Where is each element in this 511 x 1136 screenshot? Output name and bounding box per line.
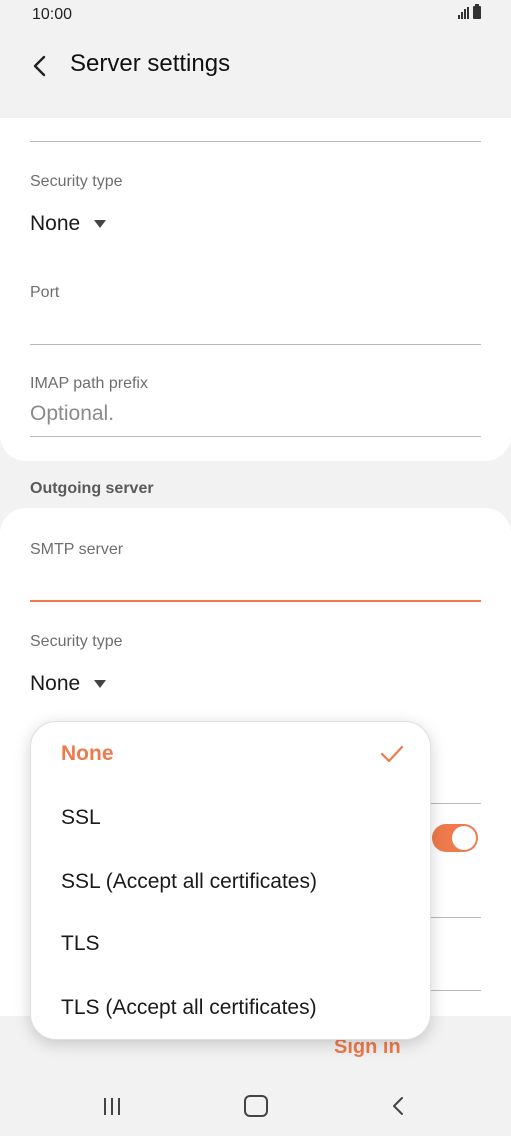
recent-apps-button[interactable]: [98, 1092, 126, 1120]
nav-back-icon: [393, 1097, 403, 1115]
toggle-knob: [452, 826, 476, 850]
page-title: Server settings: [70, 50, 231, 77]
imap-path-prefix-label: IMAP path prefix: [30, 375, 148, 392]
outgoing-server-heading: Outgoing server: [30, 480, 154, 497]
home-button[interactable]: [244, 1095, 268, 1117]
check-icon: [380, 745, 404, 763]
security-type-value: None: [30, 212, 81, 235]
outgoing-security-type-value: None: [30, 672, 81, 695]
menu-item-none[interactable]: None: [61, 742, 114, 766]
imap-path-prefix-input[interactable]: Optional.: [30, 402, 481, 426]
field-underline: [430, 803, 481, 804]
recent-apps-icon: [104, 1097, 106, 1115]
field-underline: [430, 990, 481, 991]
menu-item-ssl-accept-all[interactable]: SSL (Accept all certificates): [61, 870, 317, 894]
signal-icon: [458, 6, 469, 19]
battery-icon: [473, 4, 481, 19]
smtp-server-label: SMTP server: [30, 541, 124, 558]
status-icons: [458, 4, 481, 19]
status-time: 10:00: [32, 6, 73, 23]
security-type-dropdown[interactable]: None: [30, 212, 107, 236]
security-type-label: Security type: [30, 173, 123, 190]
smtp-server-input[interactable]: [30, 568, 481, 596]
field-underline: [30, 141, 481, 142]
outgoing-security-type-dropdown[interactable]: None: [30, 672, 107, 696]
toggle-switch[interactable]: [432, 824, 478, 852]
dropdown-arrow-icon: [94, 220, 107, 228]
dropdown-arrow-icon: [94, 680, 107, 688]
imap-prefix-underline: [30, 436, 481, 437]
back-button[interactable]: [26, 48, 54, 84]
menu-item-tls-accept-all[interactable]: TLS (Accept all certificates): [61, 996, 317, 1020]
smtp-underline-active: [30, 600, 481, 602]
menu-item-tls[interactable]: TLS: [61, 932, 100, 956]
outgoing-security-type-label: Security type: [30, 633, 123, 650]
port-label: Port: [30, 284, 60, 301]
chevron-left-icon: [33, 55, 46, 77]
security-type-menu: None SSL SSL (Accept all certificates) T…: [30, 721, 431, 1040]
menu-item-ssl[interactable]: SSL: [61, 806, 101, 830]
port-input[interactable]: [30, 312, 481, 340]
port-underline: [30, 344, 481, 345]
field-underline: [430, 917, 481, 918]
nav-back-button[interactable]: [388, 1094, 408, 1118]
